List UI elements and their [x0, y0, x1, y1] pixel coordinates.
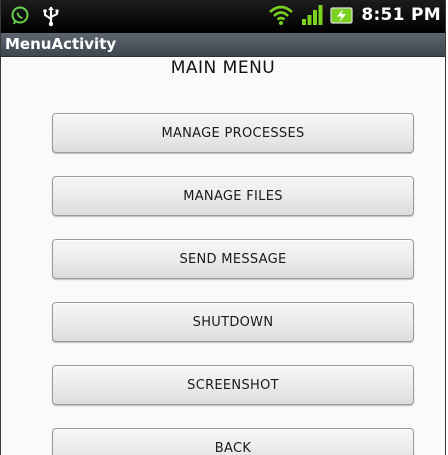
manage-processes-button[interactable]: MANAGE PROCESSES: [52, 113, 414, 153]
status-bar: 8:51 PM: [1, 0, 445, 33]
page-title: MAIN MENU: [170, 58, 276, 78]
manage-files-button[interactable]: MANAGE FILES: [52, 176, 414, 216]
signal-icon: [301, 4, 323, 26]
activity-title: MenuActivity: [5, 35, 117, 53]
back-button[interactable]: BACK: [52, 428, 414, 455]
app-screen: 8:51 PM MenuActivity MAIN MENU MANAGE PR…: [0, 0, 446, 455]
status-bar-system: 8:51 PM: [267, 4, 441, 26]
whatsapp-icon: [9, 5, 31, 27]
wifi-icon: [267, 4, 295, 26]
usb-icon: [41, 5, 61, 27]
screenshot-button[interactable]: SCREENSHOT: [52, 365, 414, 405]
battery-charging-icon: [329, 4, 355, 26]
shutdown-button[interactable]: SHUTDOWN: [52, 302, 414, 342]
status-bar-notifications: [9, 5, 61, 27]
title-bar: MenuActivity: [1, 33, 445, 57]
status-bar-time: 8:51 PM: [361, 5, 441, 25]
send-message-button[interactable]: SEND MESSAGE: [52, 239, 414, 279]
